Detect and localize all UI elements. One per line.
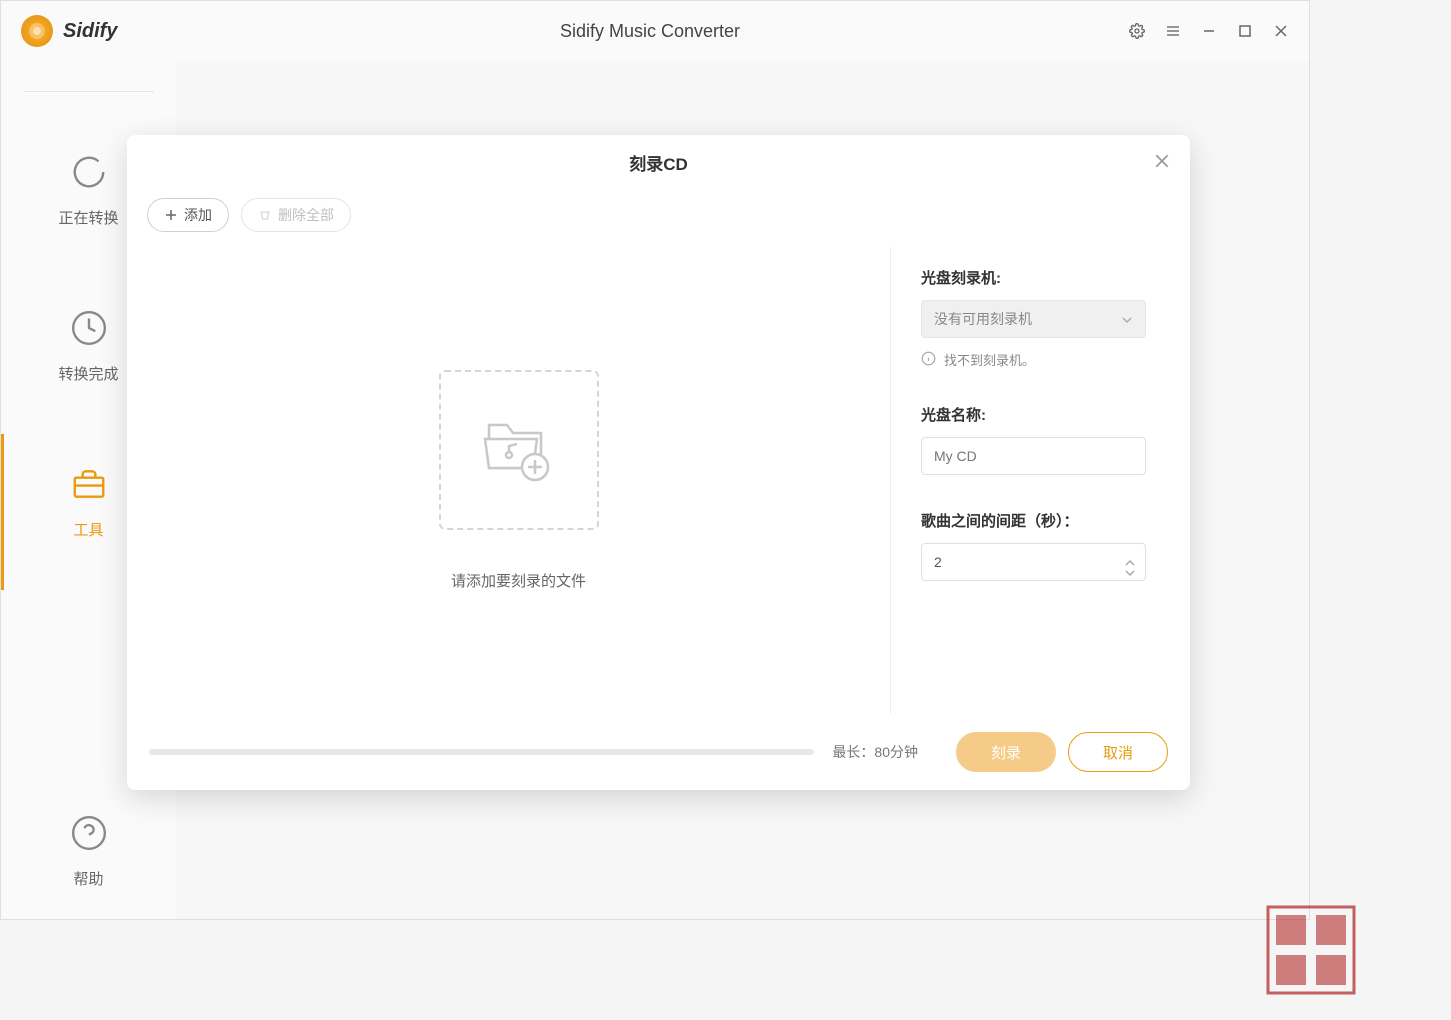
maximize-icon[interactable]	[1237, 23, 1253, 39]
burn-button[interactable]: 刻录	[956, 732, 1056, 772]
disc-name-label: 光盘名称:	[921, 404, 1170, 425]
sidebar-item-label: 帮助	[73, 868, 103, 889]
gap-input[interactable]	[934, 554, 1114, 570]
toolbox-icon	[69, 464, 109, 504]
burn-cd-dialog: 刻录CD 添加 删除全部	[127, 135, 1190, 790]
dialog-close-icon[interactable]	[1154, 153, 1170, 174]
minimize-icon[interactable]	[1201, 23, 1217, 39]
duration-text: 最长：80分钟	[832, 742, 918, 762]
plus-icon	[164, 208, 178, 222]
dialog-title: 刻录CD	[629, 150, 688, 175]
spinner-down-icon[interactable]	[1125, 563, 1137, 571]
menu-icon[interactable]	[1165, 23, 1181, 39]
brand-text: Sidify	[63, 20, 117, 43]
form-panel: 光盘刻录机: 没有可用刻录机 找不到刻录机。 光盘名称:	[890, 247, 1170, 714]
sidebar-item-label: 工具	[73, 519, 103, 540]
titlebar: Sidify Sidify Music Converter	[1, 1, 1309, 61]
add-button[interactable]: 添加	[147, 198, 229, 232]
app-title: Sidify Music Converter	[171, 21, 1129, 42]
clock-icon	[69, 308, 109, 348]
disc-name-input[interactable]	[921, 437, 1146, 475]
delete-all-button[interactable]: 删除全部	[241, 198, 351, 232]
sidebar-item-label: 转换完成	[58, 363, 118, 384]
spinner-up-icon[interactable]	[1125, 553, 1137, 561]
close-icon[interactable]	[1273, 23, 1289, 39]
refresh-icon	[69, 152, 109, 192]
trash-icon	[258, 208, 272, 222]
add-button-label: 添加	[184, 205, 212, 225]
burner-info-text: 找不到刻录机。	[944, 350, 1035, 369]
cancel-button[interactable]: 取消	[1068, 732, 1168, 772]
sidebar-item-help[interactable]: 帮助	[1, 783, 176, 919]
dropzone-message: 请添加要刻录的文件	[451, 570, 586, 591]
dropzone[interactable]: 请添加要刻录的文件	[147, 247, 890, 714]
help-icon	[69, 813, 109, 853]
settings-icon[interactable]	[1129, 23, 1145, 39]
burner-label: 光盘刻录机:	[921, 267, 1170, 288]
info-icon	[921, 351, 936, 369]
burner-selected-value: 没有可用刻录机	[934, 309, 1032, 329]
app-logo-icon	[21, 15, 53, 47]
burner-select[interactable]: 没有可用刻录机	[921, 300, 1146, 338]
sidebar-item-label: 正在转换	[58, 207, 118, 228]
folder-add-icon	[479, 413, 559, 488]
progress-bar	[149, 749, 814, 755]
watermark-seal	[1266, 905, 1356, 995]
delete-all-label: 删除全部	[278, 205, 334, 225]
chevron-down-icon	[1121, 311, 1133, 327]
gap-label: 歌曲之间的间距（秒）：	[921, 510, 1170, 531]
